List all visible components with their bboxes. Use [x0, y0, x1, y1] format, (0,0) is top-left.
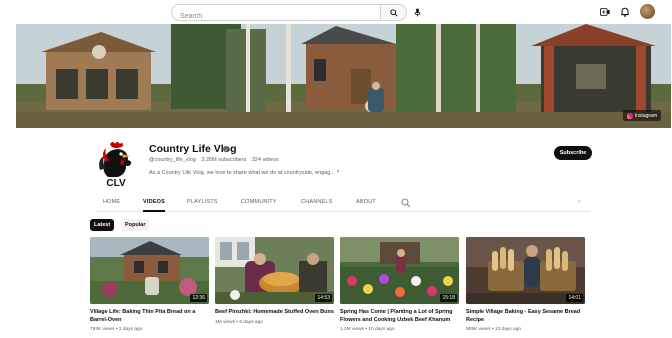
- tab-about[interactable]: ABOUT: [356, 199, 376, 205]
- search-icon: [389, 8, 398, 17]
- channel-avatar[interactable]: CLV: [96, 140, 136, 189]
- video-duration: 14:53: [315, 294, 332, 302]
- video-thumbnail[interactable]: 12:36: [90, 237, 209, 304]
- voice-search-button[interactable]: [410, 5, 425, 20]
- view-count: 1.2M views: [340, 327, 364, 332]
- video-card[interactable]: 12:36 Village Life: Baking Thin Pita Bre…: [90, 237, 209, 332]
- video-title[interactable]: Simple Village Baking - Easy Sesame Brea…: [466, 309, 585, 324]
- view-count: 908K views: [466, 327, 491, 332]
- search-input[interactable]: [172, 9, 362, 24]
- tab-channels[interactable]: CHANNELS: [301, 199, 333, 205]
- tab-videos[interactable]: VIDEOS: [143, 199, 165, 205]
- channel-description[interactable]: As a Country Life Vlog, we love to share…: [149, 170, 335, 176]
- channel-tabs: HOME VIDEOS PLAYLISTS COMMUNITY CHANNELS…: [95, 196, 590, 212]
- view-count: 1M views: [215, 319, 235, 325]
- channel-handle: @country_life_vlog: [149, 157, 196, 163]
- chip-latest[interactable]: Latest: [90, 219, 115, 231]
- create-video-icon: [600, 8, 610, 16]
- search-box[interactable]: [171, 4, 381, 24]
- video-card[interactable]: 14:01 Simple Village Baking - Easy Sesam…: [466, 237, 585, 332]
- top-bar: [0, 0, 672, 24]
- account-avatar[interactable]: [640, 4, 655, 19]
- search-button[interactable]: [381, 4, 407, 21]
- video-duration: 12:36: [190, 294, 207, 302]
- microphone-icon: [414, 8, 421, 17]
- video-title[interactable]: Beef Pirozhki: Homemade Stuffed Oven Bun…: [215, 309, 334, 317]
- video-duration: 15:18: [440, 294, 457, 302]
- upload-age: 6 days ago: [239, 319, 263, 325]
- video-thumbnail[interactable]: 15:18: [340, 237, 459, 304]
- banner-image: [16, 24, 671, 128]
- notifications-button[interactable]: [618, 5, 632, 19]
- video-thumbnail[interactable]: 14:53: [215, 237, 334, 304]
- channel-avatar-text: CLV: [106, 178, 126, 188]
- search-icon[interactable]: [401, 198, 411, 208]
- channel-meta: @country_life_vlog 3.26M subscribers 324…: [149, 157, 282, 163]
- upload-age: 10 days ago: [368, 327, 395, 332]
- upload-age: 3 days ago: [118, 327, 143, 332]
- video-meta: 1.2M views • 10 days ago: [340, 327, 395, 332]
- subscriber-count: 3.26M subscribers: [201, 157, 247, 163]
- chevron-right-icon[interactable]: ›: [337, 169, 339, 175]
- instagram-icon: [626, 112, 633, 119]
- subscribe-button[interactable]: Subscribe: [554, 146, 592, 160]
- rooster-logo-icon: CLV: [99, 142, 132, 189]
- create-button[interactable]: [598, 5, 612, 19]
- active-tab-indicator: [143, 210, 165, 212]
- chevron-right-icon[interactable]: ›: [578, 198, 580, 205]
- instagram-link[interactable]: Instagram: [622, 110, 661, 121]
- video-meta: 1M views • 6 days ago: [215, 319, 263, 325]
- bell-icon: [621, 7, 629, 17]
- channel-banner: Instagram: [16, 24, 671, 128]
- video-card[interactable]: 15:18 Spring Has Come | Planting a Lot o…: [340, 237, 459, 332]
- tab-playlists[interactable]: PLAYLISTS: [187, 199, 218, 205]
- video-title[interactable]: Village Life: Baking Thin Pita Bread on …: [90, 309, 209, 324]
- video-thumbnail[interactable]: 14:01: [466, 237, 585, 304]
- upload-age: 13 days ago: [494, 327, 522, 332]
- tab-community[interactable]: COMMUNITY: [241, 199, 277, 205]
- instagram-link-label: Instagram: [634, 112, 657, 119]
- video-duration: 14:01: [566, 294, 583, 302]
- verified-check-icon: ✓: [223, 146, 229, 152]
- video-meta: 908K views • 13 days ago: [466, 327, 522, 332]
- video-title[interactable]: Spring Has Come | Planting a Lot of Spri…: [340, 309, 459, 324]
- video-card[interactable]: 14:53 Beef Pirozhki: Homemade Stuffed Ov…: [215, 237, 334, 325]
- view-count: 793K views: [90, 327, 115, 332]
- video-meta: 793K views • 3 days ago: [90, 327, 143, 332]
- chip-popular[interactable]: Popular: [121, 219, 150, 231]
- video-count: 324 videos: [251, 157, 279, 163]
- tab-home[interactable]: HOME: [103, 199, 120, 205]
